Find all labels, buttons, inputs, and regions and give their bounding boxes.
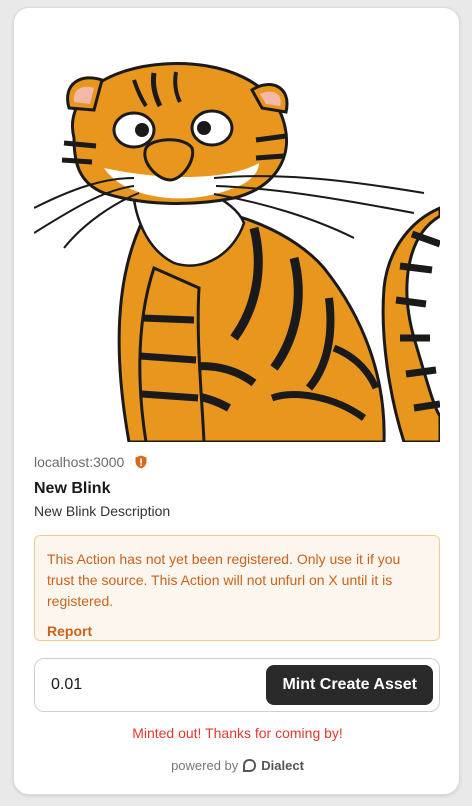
blink-image [34,38,440,442]
registration-warning: This Action has not yet been registered.… [34,535,440,641]
powered-by-footer: powered by Dialect [14,758,459,773]
report-link[interactable]: Report [47,623,427,639]
blink-card: localhost:3000 New Blink New Blink Descr… [13,7,460,795]
mint-create-asset-button[interactable]: Mint Create Asset [266,665,433,705]
dialect-brand[interactable]: Dialect [261,758,304,773]
mint-action-row: Mint Create Asset [34,658,440,712]
tiger-illustration [34,62,440,442]
host-row: localhost:3000 [34,454,148,470]
dialect-logo-icon [243,759,257,772]
blink-description: New Blink Description [34,503,171,519]
host-label: localhost:3000 [34,454,125,470]
blink-title: New Blink [34,480,111,497]
warning-message: This Action has not yet been registered.… [47,551,401,609]
powered-by-label: powered by [171,758,239,773]
amount-input[interactable] [51,676,267,694]
shield-icon[interactable] [134,455,148,469]
status-message: Minted out! Thanks for coming by! [132,725,343,741]
